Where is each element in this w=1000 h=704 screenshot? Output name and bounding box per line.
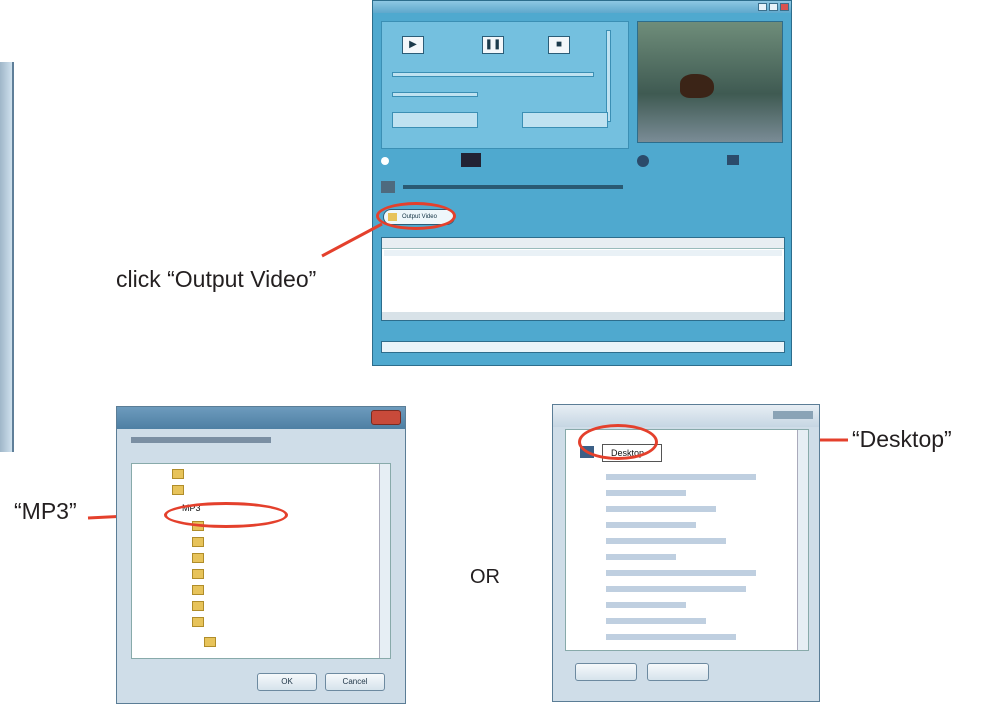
tree-item[interactable]: [132, 566, 450, 582]
dialog-titlebar: [117, 407, 405, 429]
tree-item[interactable]: [606, 554, 676, 560]
tree-item[interactable]: [132, 634, 462, 650]
browse-for-folder-dialog: MP3 OK Cancel: [116, 406, 406, 704]
tree-item[interactable]: [606, 602, 686, 608]
tree-item[interactable]: [132, 534, 450, 550]
tree-item[interactable]: [606, 618, 706, 624]
tree-item[interactable]: [606, 522, 696, 528]
tree-item[interactable]: [132, 582, 450, 598]
folder-tree: Desktop: [565, 429, 809, 651]
dialog-titlebar: [553, 405, 819, 427]
vertical-scrollbar[interactable]: [379, 464, 390, 658]
or-label: OR: [470, 566, 500, 588]
tree-item[interactable]: [606, 586, 746, 592]
mp3-highlight: [164, 502, 288, 528]
tree-item[interactable]: [606, 490, 686, 496]
vertical-scrollbar[interactable]: [797, 430, 808, 650]
tree-item[interactable]: [132, 550, 450, 566]
dialog-instruction-text: [131, 437, 271, 443]
cancel-button[interactable]: Cancel: [325, 673, 385, 691]
mp3-callout: “MP3”: [14, 498, 77, 524]
close-button[interactable]: [371, 410, 401, 425]
desktop-callout: “Desktop”: [852, 426, 952, 452]
desktop-highlight: [578, 424, 658, 460]
tree-item[interactable]: [132, 598, 450, 614]
cancel-button[interactable]: [647, 663, 709, 681]
tree-item[interactable]: [606, 634, 736, 640]
tree-item[interactable]: [606, 538, 726, 544]
ok-button[interactable]: OK: [257, 673, 317, 691]
output-video-callout: click “Output Video”: [116, 266, 317, 292]
tree-item[interactable]: [606, 474, 756, 480]
folder-tree: MP3: [131, 463, 391, 659]
ok-button[interactable]: [575, 663, 637, 681]
tree-item[interactable]: [606, 506, 716, 512]
output-callout-line: [321, 222, 383, 258]
tree-item[interactable]: [132, 614, 450, 630]
window-controls[interactable]: [773, 411, 813, 419]
tree-item[interactable]: [606, 570, 756, 576]
